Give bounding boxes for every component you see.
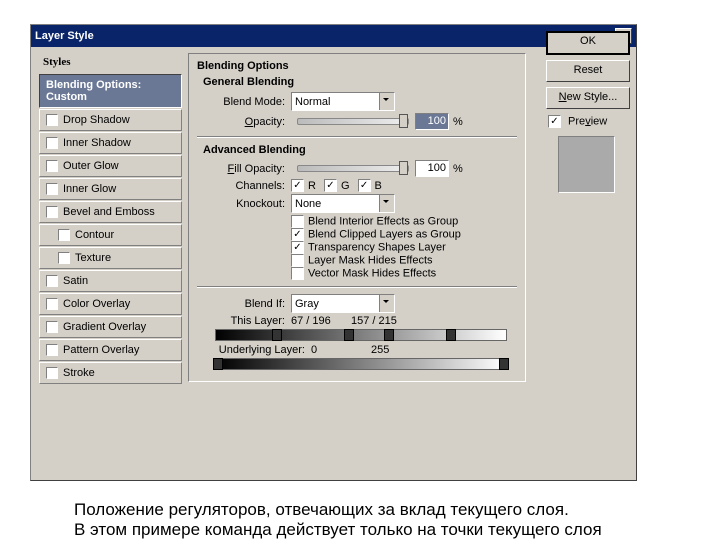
knockout-label: Knockout:: [205, 198, 285, 210]
opacity-slider[interactable]: [297, 118, 409, 125]
fill-opacity-value[interactable]: 100: [415, 160, 449, 177]
blend-clipped-checkbox[interactable]: [291, 228, 304, 241]
checkbox[interactable]: [46, 298, 58, 310]
checkbox[interactable]: [46, 114, 58, 126]
fill-opacity-label: Fill Opacity:: [205, 163, 285, 175]
sidebar-item-pattern-overlay[interactable]: Pattern Overlay: [39, 339, 182, 361]
transparency-shapes-checkbox[interactable]: [291, 241, 304, 254]
sidebar-item-drop-shadow[interactable]: Drop Shadow: [39, 109, 182, 131]
checkbox[interactable]: [58, 252, 70, 264]
underlying-layer-label: Underlying Layer:: [205, 344, 305, 356]
sidebar-item-satin[interactable]: Satin: [39, 270, 182, 292]
blend-if-select[interactable]: Gray: [291, 294, 395, 313]
channel-r-checkbox[interactable]: [291, 179, 304, 192]
checkbox[interactable]: [46, 344, 58, 356]
reset-button[interactable]: Reset: [546, 60, 630, 82]
chevron-down-icon: [379, 93, 394, 110]
sidebar-item-outer-glow[interactable]: Outer Glow: [39, 155, 182, 177]
chevron-down-icon: [379, 295, 394, 312]
this-layer-gradient[interactable]: [215, 329, 507, 341]
chevron-down-icon: [379, 195, 394, 212]
checkbox[interactable]: [46, 321, 58, 333]
blend-if-label: Blend If:: [205, 298, 285, 310]
opacity-value[interactable]: 100: [415, 113, 449, 130]
blend-mode-select[interactable]: Normal: [291, 92, 395, 111]
preview-swatch: [558, 136, 615, 193]
sidebar-item-blending-options[interactable]: Blending Options: Custom: [39, 74, 182, 108]
opacity-label: Opacity:: [205, 116, 285, 128]
underlying-layer-gradient[interactable]: [215, 358, 507, 370]
this-layer-label: This Layer:: [205, 315, 285, 327]
vector-mask-hides-checkbox[interactable]: [291, 267, 304, 280]
sidebar-item-stroke[interactable]: Stroke: [39, 362, 182, 384]
sidebar-header: Styles: [39, 53, 182, 74]
sidebar-item-texture[interactable]: Texture: [39, 247, 182, 269]
knockout-select[interactable]: None: [291, 194, 395, 213]
blend-interior-checkbox[interactable]: [291, 215, 304, 228]
fill-opacity-slider[interactable]: [297, 165, 409, 172]
channel-g-checkbox[interactable]: [324, 179, 337, 192]
layer-style-dialog: Layer Style × Styles Blending Options: C…: [30, 24, 637, 481]
ok-button[interactable]: OK: [546, 31, 630, 55]
general-blending-heading: General Blending: [203, 76, 517, 88]
preview-checkbox[interactable]: [548, 115, 561, 128]
sidebar-item-inner-shadow[interactable]: Inner Shadow: [39, 132, 182, 154]
channel-b-checkbox[interactable]: [358, 179, 371, 192]
sidebar-item-contour[interactable]: Contour: [39, 224, 182, 246]
blend-mode-label: Blend Mode:: [205, 96, 285, 108]
buttons-panel: OK Reset New Style... Preview: [546, 31, 630, 193]
channels-label: Channels:: [205, 180, 285, 192]
sidebar-item-inner-glow[interactable]: Inner Glow: [39, 178, 182, 200]
sidebar-item-color-overlay[interactable]: Color Overlay: [39, 293, 182, 315]
checkbox[interactable]: [46, 160, 58, 172]
blending-options-heading: Blending Options: [197, 60, 517, 72]
checkbox[interactable]: [46, 183, 58, 195]
sidebar-item-gradient-overlay[interactable]: Gradient Overlay: [39, 316, 182, 338]
sidebar-item-bevel-emboss[interactable]: Bevel and Emboss: [39, 201, 182, 223]
layer-mask-hides-checkbox[interactable]: [291, 254, 304, 267]
window-title: Layer Style: [35, 30, 94, 42]
checkbox[interactable]: [46, 367, 58, 379]
advanced-blending-heading: Advanced Blending: [203, 144, 517, 156]
new-style-button[interactable]: New Style...: [546, 87, 630, 109]
sidebar: Styles Blending Options: Custom Drop Sha…: [39, 53, 182, 390]
checkbox[interactable]: [46, 275, 58, 287]
checkbox[interactable]: [46, 206, 58, 218]
caption: Положение регуляторов, отвечающих за вкл…: [74, 500, 602, 540]
checkbox[interactable]: [58, 229, 70, 241]
checkbox[interactable]: [46, 137, 58, 149]
